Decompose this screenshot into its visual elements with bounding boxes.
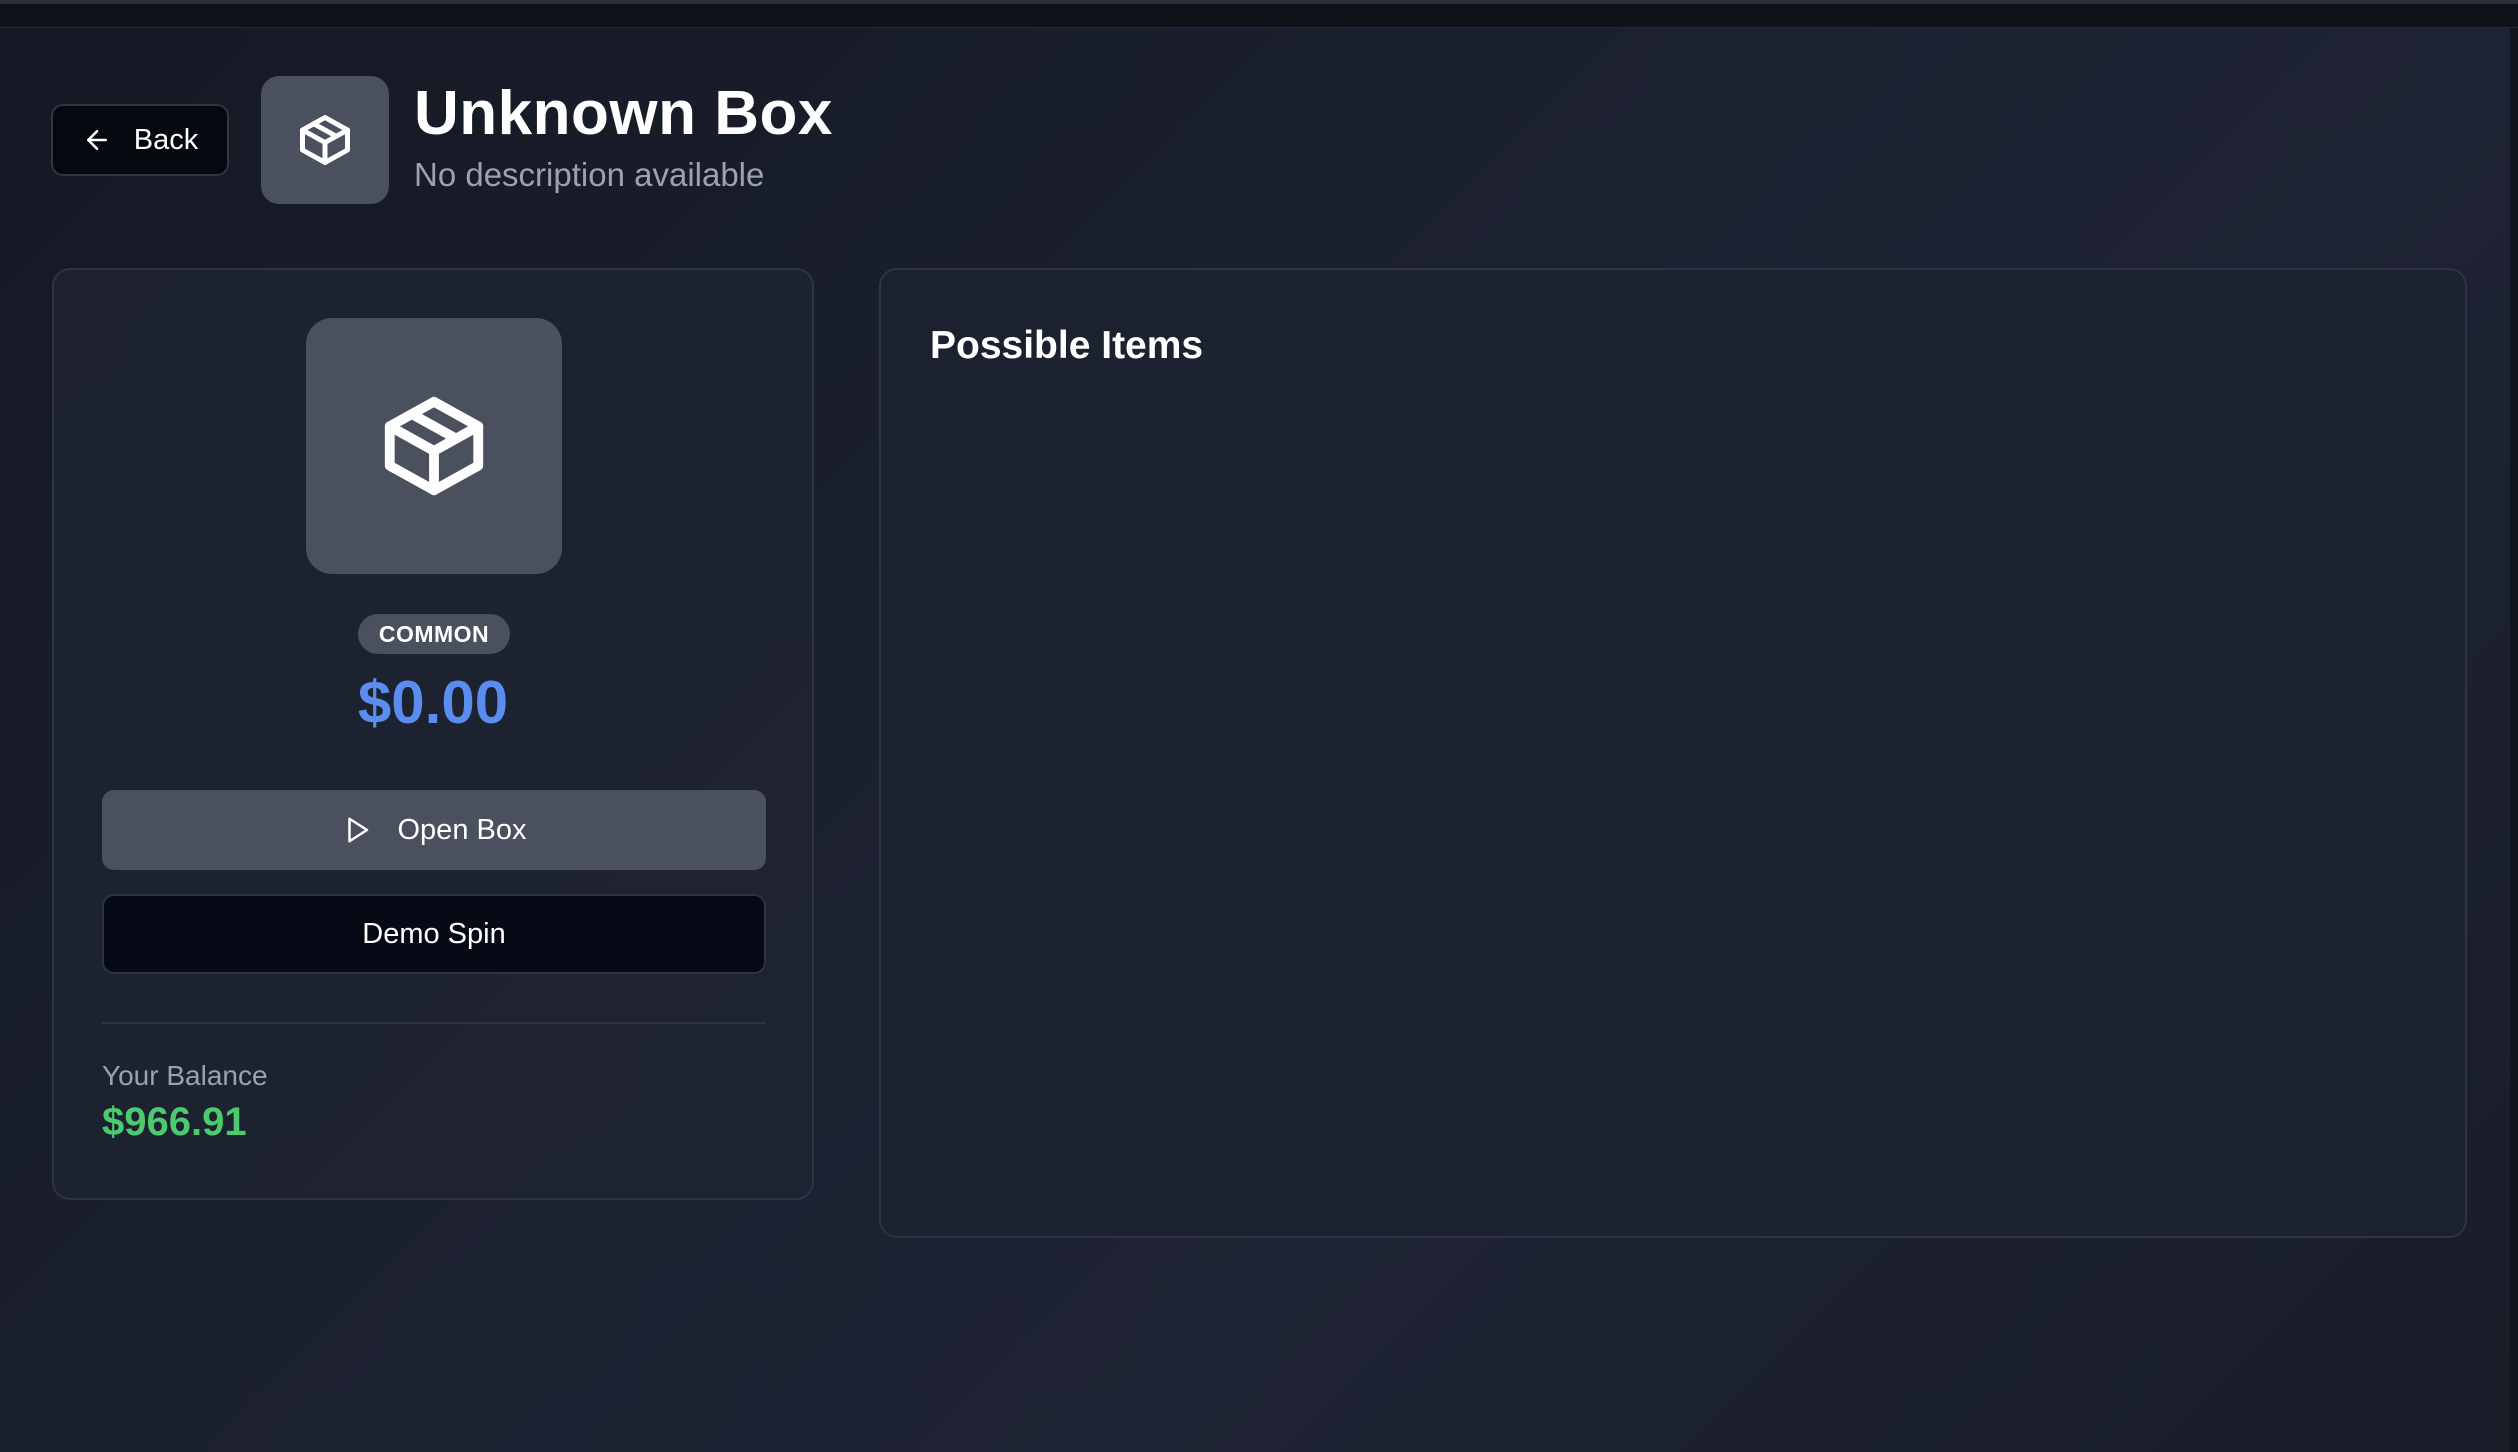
demo-spin-button[interactable]: Demo Spin [102, 894, 766, 974]
open-box-button[interactable]: Open Box [102, 790, 766, 870]
possible-items-card: Possible Items [879, 268, 2467, 1238]
arrow-left-icon [86, 130, 107, 150]
box-image-tile [306, 318, 562, 574]
box-details-card: COMMON $0.00 Open Box Demo Spin Your Bal… [52, 268, 814, 1200]
window-edge [2510, 28, 2518, 1452]
back-button-label: Back [133, 123, 199, 156]
back-button[interactable]: Back [51, 104, 229, 176]
box-price: $0.00 [357, 669, 509, 736]
possible-items-title: Possible Items [930, 324, 1204, 367]
play-icon [347, 817, 368, 843]
package-icon [300, 115, 350, 165]
package-icon [384, 396, 484, 496]
rarity-badge: COMMON [358, 614, 510, 654]
page: Back Unknown Box No description availabl… [0, 0, 2518, 1452]
window-top-bar [0, 0, 2518, 28]
page-subtitle: No description available [414, 156, 765, 193]
balance-label: Your Balance [102, 1060, 268, 1091]
balance-value: $966.91 [102, 1100, 247, 1144]
divider [102, 1022, 766, 1024]
page-title: Unknown Box [414, 79, 833, 148]
open-box-label: Open Box [397, 813, 527, 846]
header-box-tile [261, 76, 389, 204]
